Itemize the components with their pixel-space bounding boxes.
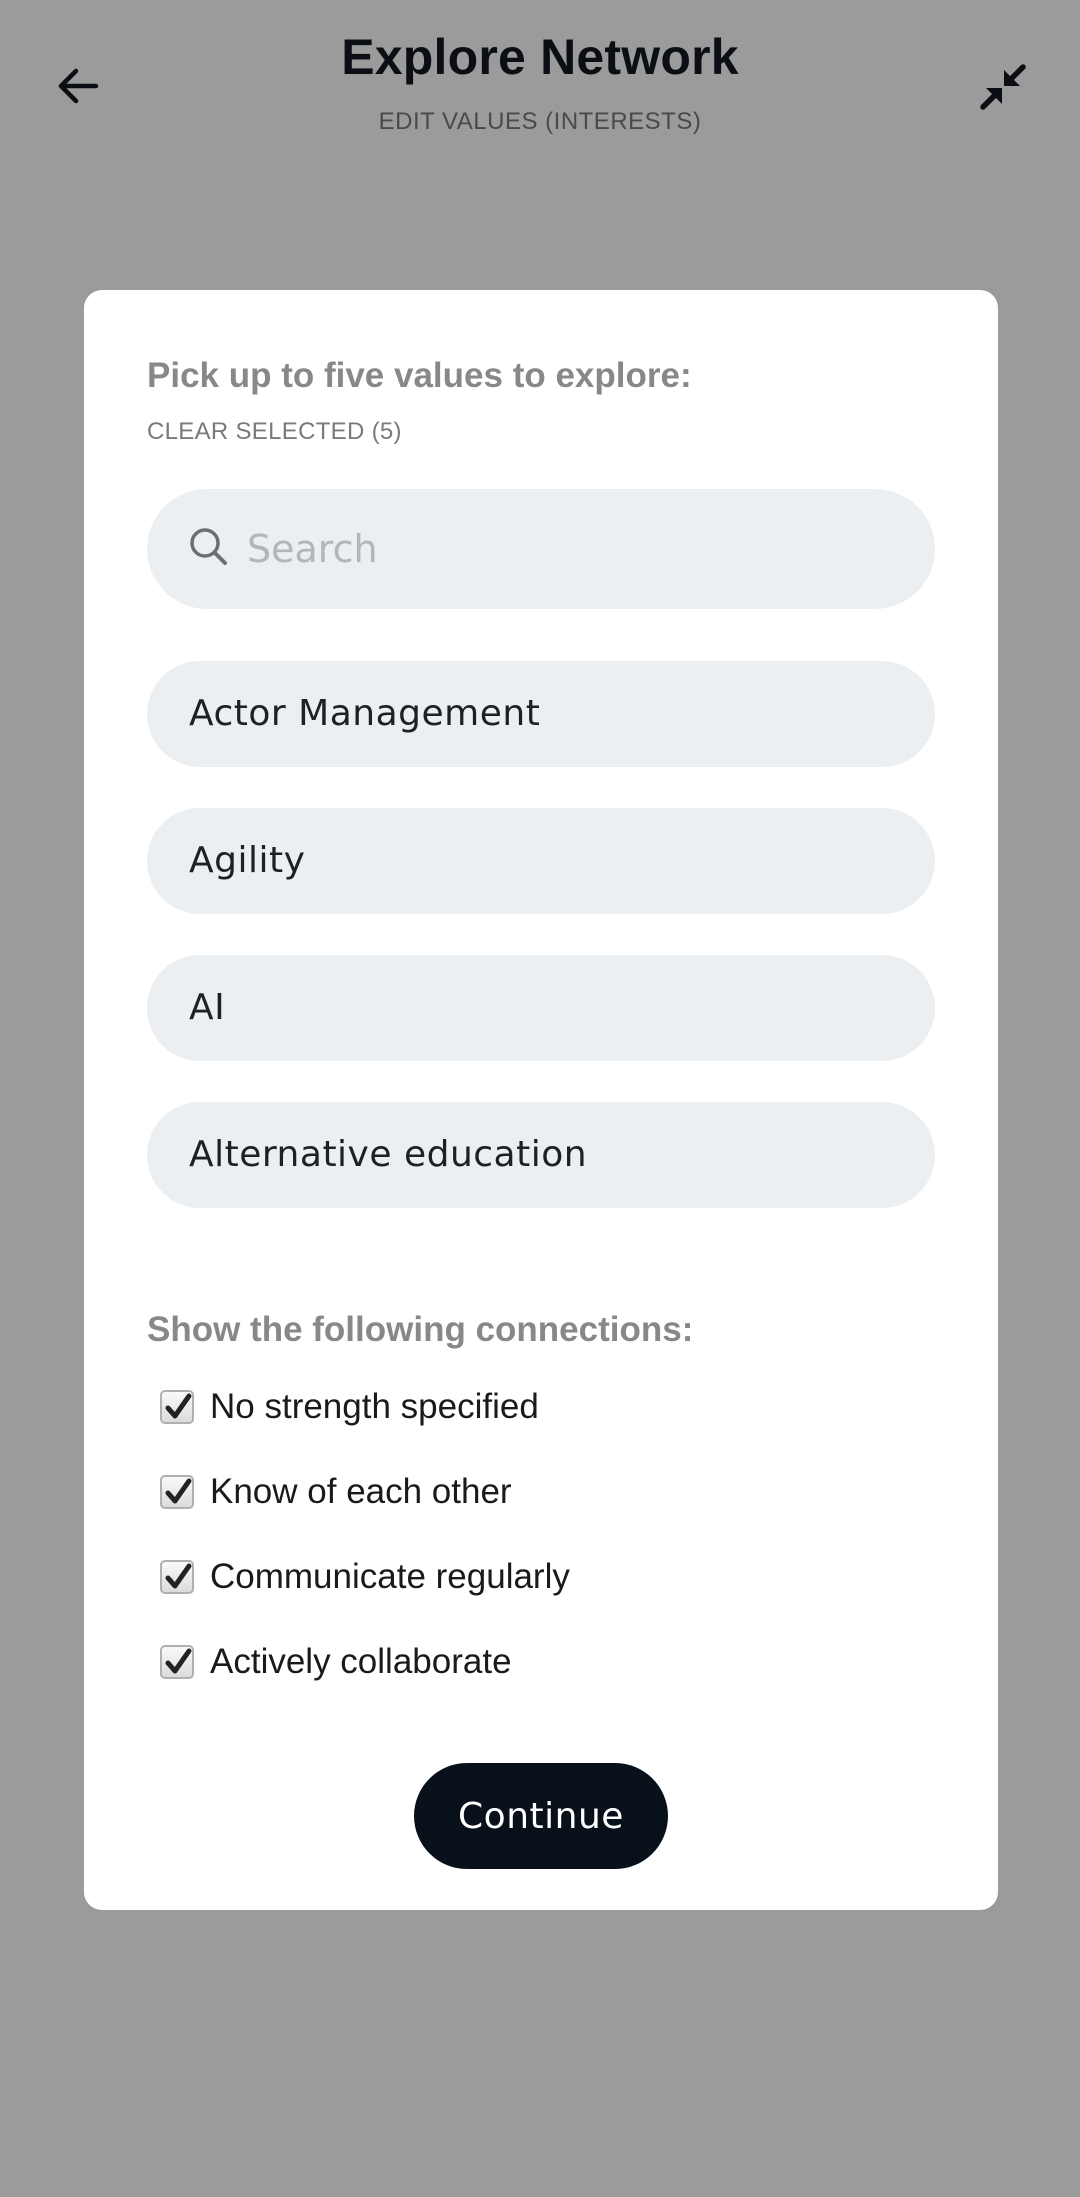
checkbox-label: Know of each other xyxy=(210,1472,512,1511)
checkmark-icon xyxy=(165,1563,192,1589)
checkmark-icon xyxy=(165,1393,192,1419)
checkbox-label: Communicate regularly xyxy=(210,1557,570,1596)
checkmark-icon xyxy=(165,1648,192,1674)
page-title: Explore Network xyxy=(341,29,739,85)
collapse-button[interactable] xyxy=(978,62,1028,112)
search-input[interactable] xyxy=(247,489,907,609)
value-option-label: Actor Management xyxy=(189,693,541,734)
value-option-label: Alternative education xyxy=(189,1134,588,1175)
header-bar: Explore Network EDIT VALUES (INTERESTS) xyxy=(0,0,1080,180)
search-field xyxy=(147,489,935,609)
checkbox-label: No strength specified xyxy=(210,1387,539,1426)
checkbox[interactable] xyxy=(160,1645,194,1679)
checkbox[interactable] xyxy=(160,1475,194,1509)
checkbox[interactable] xyxy=(160,1560,194,1594)
page-subtitle: EDIT VALUES (INTERESTS) xyxy=(378,108,702,135)
modal-prompt: Pick up to five values to explore: xyxy=(147,356,692,395)
values-modal: Pick up to five values to explore: CLEAR… xyxy=(84,290,998,1910)
value-option[interactable]: Actor Management xyxy=(147,661,935,767)
clear-selected-link[interactable]: CLEAR SELECTED (5) xyxy=(147,418,402,446)
value-option-label: Agility xyxy=(189,840,306,881)
checkbox[interactable] xyxy=(160,1390,194,1424)
value-option[interactable]: Alternative education xyxy=(147,1102,935,1208)
continue-button[interactable]: Continue xyxy=(414,1763,668,1869)
value-option-label: AI xyxy=(189,987,226,1028)
checkmark-icon xyxy=(165,1478,192,1504)
value-option[interactable]: Agility xyxy=(147,808,935,914)
collapse-arrows-icon xyxy=(980,64,1026,110)
value-option[interactable]: AI xyxy=(147,955,935,1061)
connections-heading: Show the following connections: xyxy=(147,1310,694,1349)
checkbox-label: Actively collaborate xyxy=(210,1642,512,1681)
search-icon xyxy=(190,528,227,565)
